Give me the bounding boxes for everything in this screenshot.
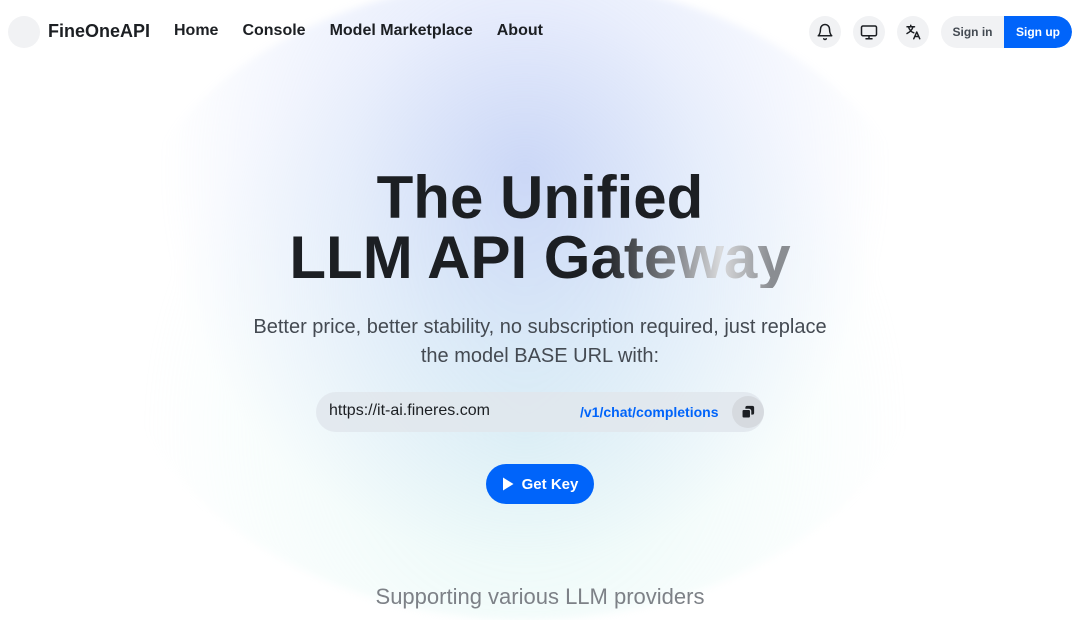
sign-up-button[interactable]: Sign up [1004,16,1072,48]
theme-display-button[interactable] [853,16,885,48]
nav-about[interactable]: About [497,22,543,40]
hero-subtitle: Better price, better stability, no subsc… [253,316,827,367]
hero-title: The Unified LLM API Gateway [0,168,1080,288]
copy-icon [741,405,755,419]
monitor-icon [860,25,878,40]
main-nav: Home Console Model Marketplace About [174,22,543,40]
top-navbar: FineOneAPI Home Console Model Marketplac… [0,0,1080,64]
nav-model-marketplace[interactable]: Model Marketplace [330,22,473,40]
nav-console[interactable]: Console [242,22,305,40]
play-icon [502,477,514,491]
providers-heading: Supporting various LLM providers [375,584,705,609]
nav-home[interactable]: Home [174,22,218,40]
translate-icon [906,24,921,40]
hero-title-line2: LLM API Gateway [289,224,791,291]
hero-background-glow [110,0,940,620]
notifications-button[interactable] [809,16,841,48]
base-url-text[interactable]: https://it-ai.fineres.com [329,402,490,420]
endpoint-path: /v1/chat/completions [580,404,719,420]
base-url-box: https://it-ai.fineres.com /v1/chat/compl… [316,392,764,432]
brand-name[interactable]: FineOneAPI [48,21,150,42]
get-key-label: Get Key [521,475,579,493]
auth-group: Sign in Sign up [941,16,1072,48]
hero-title-line1: The Unified [376,164,704,231]
brand-logo[interactable] [8,16,40,48]
language-button[interactable] [897,16,929,48]
bell-icon [817,23,833,41]
copy-url-button[interactable] [732,396,764,428]
sign-in-button[interactable]: Sign in [941,16,1004,48]
get-key-button[interactable]: Get Key [486,464,594,504]
